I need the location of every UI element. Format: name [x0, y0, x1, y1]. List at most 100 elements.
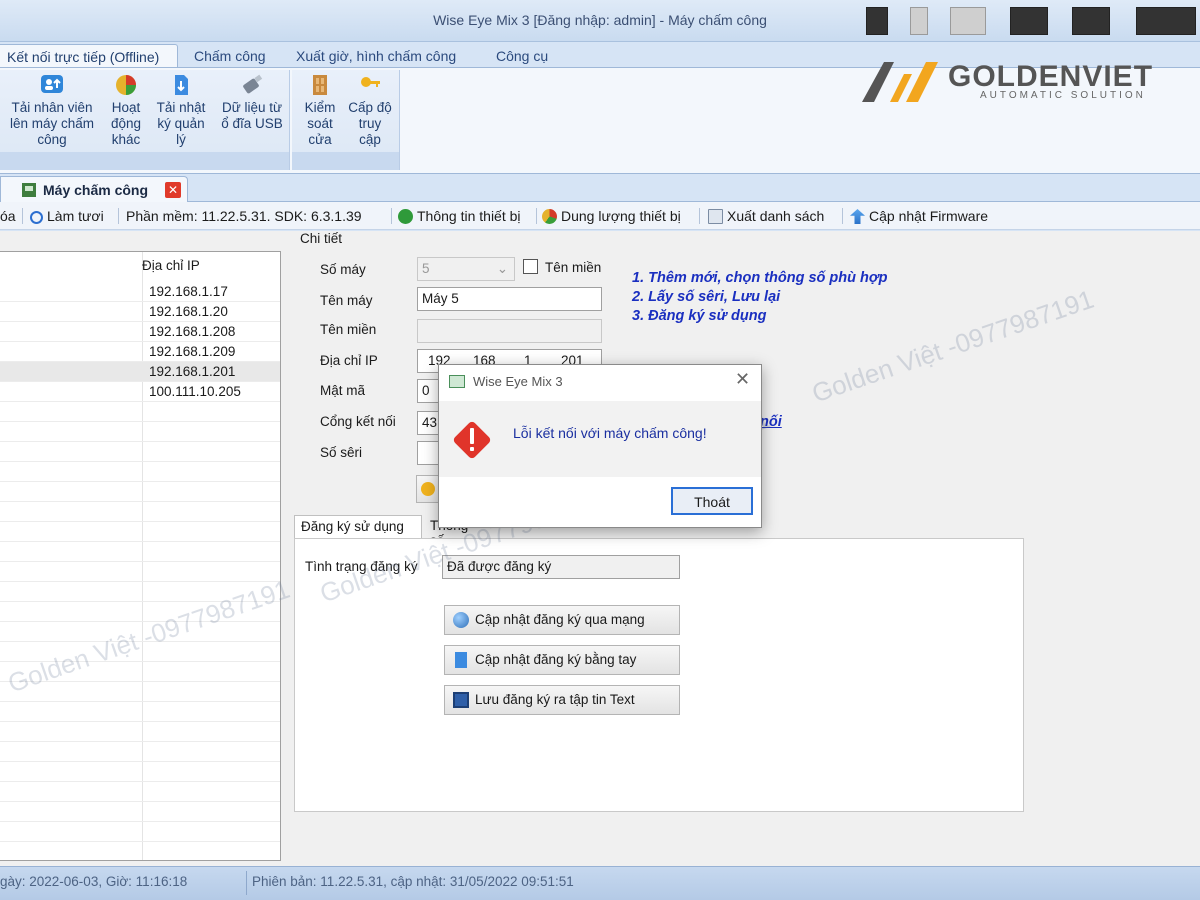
- device-thumbnail-2[interactable]: [910, 7, 928, 35]
- table-row[interactable]: [0, 682, 280, 702]
- domain-checkbox[interactable]: [523, 259, 538, 274]
- instruction-step-1: 1. Thêm mới, chọn thông số phù hợp: [632, 270, 888, 286]
- device-list[interactable]: Địa chỉ IP 192.168.1.17 192.168.1.20 192.1…: [0, 251, 281, 861]
- status-datetime: gày: 2022-06-03, Giờ: 11:16:18: [0, 874, 188, 889]
- ribbon-group-device: Tải nhân viên lên máy chấm công Hoạt độn…: [0, 70, 290, 170]
- download-log-button[interactable]: Tải nhật ký quản lý: [150, 74, 212, 148]
- table-row[interactable]: 192.168.1.208: [0, 322, 280, 342]
- ip-address-label: Địa chỉ IP: [320, 353, 378, 368]
- table-row[interactable]: 192.168.1.209: [0, 342, 280, 362]
- table-row[interactable]: [0, 542, 280, 562]
- app-window-icon: [449, 375, 465, 388]
- tab-registration[interactable]: Đăng ký sử dụng: [294, 515, 422, 539]
- upload-staff-button[interactable]: Tải nhân viên lên máy chấm công: [2, 74, 102, 148]
- delete-button[interactable]: óa: [0, 208, 16, 224]
- domain-label: Tên miền: [320, 322, 377, 337]
- tab-tools[interactable]: Công cụ: [486, 44, 558, 68]
- globe-icon: [453, 612, 469, 628]
- refresh-button[interactable]: Làm tươi: [30, 208, 104, 224]
- dialog-close-icon[interactable]: ✕: [735, 369, 750, 390]
- device-thumbnail-4[interactable]: [1010, 7, 1048, 35]
- table-row[interactable]: [0, 802, 280, 822]
- ip-cell: 192.168.1.201: [149, 364, 236, 379]
- export-list-button[interactable]: Xuất danh sách: [708, 208, 824, 224]
- toolbar: óa Làm tươi Phần mềm: 11.22.5.31. SDK: 6…: [0, 202, 1200, 230]
- table-row[interactable]: [0, 702, 280, 722]
- machine-name-input[interactable]: Máy 5: [417, 287, 602, 311]
- column-header-ip[interactable]: Địa chỉ IP: [142, 258, 200, 273]
- table-row[interactable]: 100.111.10.205: [0, 382, 280, 402]
- device-thumbnail-1[interactable]: [866, 7, 888, 35]
- software-version: Phần mềm: 11.22.5.31. SDK: 6.3.1.39: [126, 208, 362, 224]
- logo-brand: GOLDENVIET: [948, 60, 1154, 93]
- title-bar: Wise Eye Mix 3 [Đăng nhập: admin] - Máy …: [0, 0, 1200, 42]
- table-row[interactable]: [0, 622, 280, 642]
- table-row[interactable]: [0, 402, 280, 422]
- instruction-step-2: 2. Lấy số sêri, Lưu lại: [632, 289, 781, 305]
- export-sheet-icon: [708, 209, 723, 224]
- error-icon: [453, 421, 491, 459]
- document-icon: [455, 652, 467, 668]
- table-row[interactable]: [0, 822, 280, 842]
- tab-offline-connection[interactable]: Kết nối trực tiếp (Offline): [0, 44, 178, 68]
- device-capacity-button[interactable]: Dung lượng thiết bị: [542, 208, 681, 224]
- pie-chart-icon: [542, 209, 557, 224]
- online-registration-button[interactable]: Cập nhật đăng ký qua mạng: [444, 605, 680, 635]
- table-row[interactable]: 192.168.1.17: [0, 282, 280, 302]
- table-row[interactable]: [0, 662, 280, 682]
- update-firmware-button[interactable]: Cập nhật Firmware: [850, 208, 988, 224]
- table-row[interactable]: [0, 522, 280, 542]
- machine-number-label: Số máy: [320, 262, 366, 277]
- other-activity-button[interactable]: Hoạt động khác: [106, 74, 146, 148]
- table-row[interactable]: [0, 742, 280, 762]
- tab-export[interactable]: Xuất giờ, hình chấm công: [286, 44, 466, 68]
- table-row[interactable]: [0, 562, 280, 582]
- table-row[interactable]: 192.168.1.201: [0, 362, 280, 382]
- close-tab-icon[interactable]: ✕: [165, 182, 181, 198]
- document-tab-strip: Máy chấm công ✕: [0, 174, 1200, 202]
- dialog-title: Wise Eye Mix 3: [473, 374, 563, 389]
- table-row[interactable]: [0, 482, 280, 502]
- table-row[interactable]: [0, 722, 280, 742]
- usb-data-button[interactable]: Dữ liệu từ ổ đĩa USB: [216, 74, 288, 132]
- exit-button[interactable]: Thoát: [671, 487, 753, 515]
- table-row[interactable]: [0, 582, 280, 602]
- password-label: Mật mã: [320, 383, 366, 398]
- tab-attendance[interactable]: Chấm công: [184, 44, 276, 68]
- table-row[interactable]: [0, 422, 280, 442]
- table-row[interactable]: [0, 782, 280, 802]
- table-row[interactable]: 192.168.1.20: [0, 302, 280, 322]
- device-thumbnail-6[interactable]: [1136, 7, 1196, 35]
- manual-registration-button[interactable]: Cập nhật đăng ký bằng tay: [444, 645, 680, 675]
- door-control-button[interactable]: Kiểm soát cửa: [298, 74, 342, 148]
- connect-link[interactable]: nối: [760, 414, 782, 430]
- table-row[interactable]: [0, 442, 280, 462]
- document-tab-attendance-machine[interactable]: Máy chấm công ✕: [0, 176, 188, 202]
- access-level-button[interactable]: Cấp độ truy cập: [344, 74, 396, 148]
- table-row[interactable]: [0, 462, 280, 482]
- ip-cell: 192.168.1.17: [149, 284, 228, 299]
- device-info-button[interactable]: Thông tin thiết bị: [398, 208, 521, 224]
- save-registration-button[interactable]: Lưu đăng ký ra tập tin Text: [444, 685, 680, 715]
- device-thumbnail-3[interactable]: [950, 7, 986, 35]
- serial-label: Số sêri: [320, 445, 363, 460]
- main-content: Địa chỉ IP 192.168.1.17 192.168.1.20 192.1…: [0, 231, 1200, 866]
- ip-cell: 192.168.1.20: [149, 304, 228, 319]
- pie-chart-icon: [116, 75, 136, 95]
- port-label: Cổng kết nối: [320, 414, 396, 429]
- table-row[interactable]: [0, 602, 280, 622]
- table-row[interactable]: [0, 762, 280, 782]
- door-icon: [313, 75, 327, 95]
- table-row[interactable]: [0, 642, 280, 662]
- domain-checkbox-label: Tên miền: [545, 260, 602, 275]
- domain-input[interactable]: [417, 319, 602, 343]
- machine-number-select[interactable]: 5 ⌄: [417, 257, 515, 281]
- logo-mark-icon: [862, 62, 938, 102]
- upload-arrow-icon: [850, 209, 865, 224]
- device-icon: [22, 183, 36, 197]
- error-dialog[interactable]: Wise Eye Mix 3 ✕ Lỗi kết nối với máy chấ…: [438, 364, 762, 528]
- download-document-icon: [175, 75, 188, 95]
- table-row[interactable]: [0, 502, 280, 522]
- device-thumbnail-5[interactable]: [1072, 7, 1110, 35]
- get-serial-button[interactable]: [416, 475, 440, 503]
